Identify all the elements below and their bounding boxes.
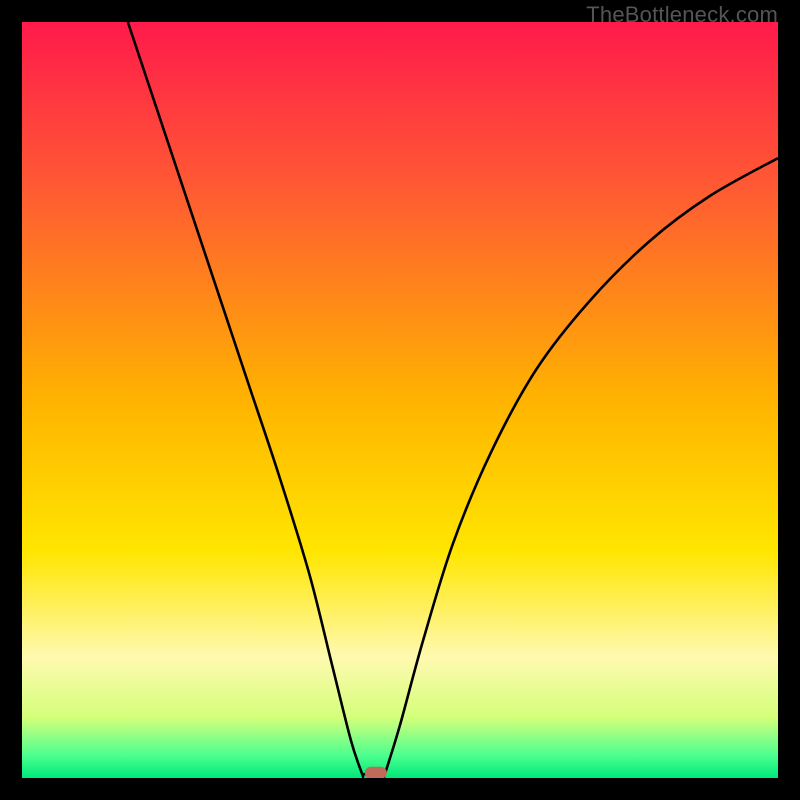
min-marker [365,767,387,778]
gradient-background [22,22,778,778]
chart-svg [22,22,778,778]
chart-frame: TheBottleneck.com [0,0,800,800]
plot-area [22,22,778,778]
